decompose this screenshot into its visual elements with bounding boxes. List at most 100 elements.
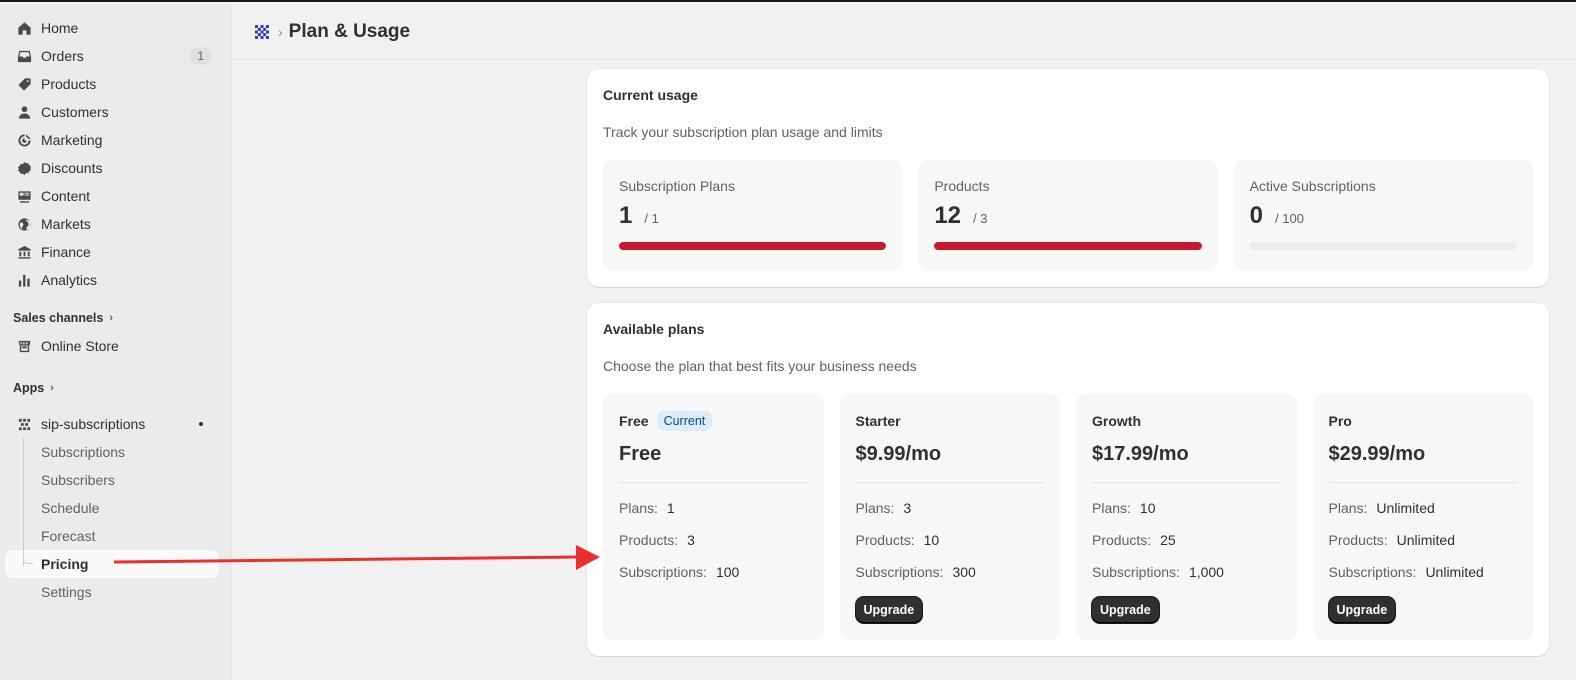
usage-count: 12 bbox=[934, 202, 962, 229]
usage-progress-bar bbox=[934, 242, 1202, 250]
usage-count: 1 bbox=[619, 202, 633, 229]
sidebar-item-label: Marketing bbox=[41, 132, 103, 148]
sidebar: Home Orders 1 Products Customers Marketing Dis… bbox=[0, 4, 232, 680]
usage-count: 0 bbox=[1249, 202, 1264, 229]
sales-channels-header[interactable]: Sales channels › bbox=[5, 304, 219, 332]
plan-limit-value: 3 bbox=[903, 500, 912, 516]
tag-icon bbox=[16, 76, 32, 92]
sidebar-item-analytics[interactable]: Analytics bbox=[5, 266, 219, 294]
plan-limit-value: 10 bbox=[1139, 500, 1156, 516]
sidebar-subitem-subscriptions[interactable]: Subscriptions bbox=[5, 438, 219, 466]
plan-limit-value: 300 bbox=[952, 564, 976, 580]
sidebar-item-finance[interactable]: Finance bbox=[5, 238, 219, 266]
plan-limit-value: 1,000 bbox=[1188, 564, 1224, 580]
plan-header: Free Current bbox=[619, 411, 808, 431]
sidebar-subitem-label: Schedule bbox=[41, 500, 100, 516]
sidebar-subitem-label: Subscriptions bbox=[41, 444, 126, 460]
sidebar-subitem-pricing[interactable]: Pricing bbox=[5, 550, 219, 578]
usage-progress-fill bbox=[934, 242, 1202, 250]
content-icon bbox=[16, 188, 32, 204]
sidebar-subitem-label: Settings bbox=[41, 584, 92, 600]
usage-progress-fill bbox=[619, 242, 887, 250]
upgrade-button[interactable]: Upgrade bbox=[1328, 597, 1396, 623]
usage-limit: / 3 bbox=[973, 211, 988, 226]
plan-limit-subscriptions: Subscriptions: 1,000 bbox=[1092, 564, 1281, 580]
sub-nav-line bbox=[23, 438, 24, 566]
plan-header: Starter bbox=[856, 411, 1045, 431]
sidebar-item-home[interactable]: Home bbox=[5, 14, 219, 42]
page-header: › Plan & Usage bbox=[232, 4, 1576, 60]
usage-card-subtitle: Track your subscription plan usage and l… bbox=[603, 124, 883, 140]
inbox-icon bbox=[16, 48, 32, 64]
sidebar-item-label: Customers bbox=[41, 104, 109, 120]
plan-limit-plans: Plans: 1 bbox=[619, 500, 808, 516]
plan-limit-label: Subscriptions: bbox=[1092, 564, 1180, 580]
app-sub-list: Subscriptions Subscribers Schedule Forecast… bbox=[5, 438, 219, 606]
sidebar-item-markets[interactable]: Markets bbox=[5, 210, 219, 238]
app-logo-icon[interactable] bbox=[254, 24, 270, 40]
plan-limit-products: Products: 10 bbox=[855, 532, 1045, 548]
plan-price: Free bbox=[619, 443, 662, 465]
sidebar-item-label: Home bbox=[41, 20, 79, 36]
sales-channels-label: Sales channels bbox=[13, 311, 104, 325]
plan-limit-plans: Plans: 3 bbox=[856, 500, 1045, 516]
plan-header: Pro bbox=[1329, 411, 1518, 431]
usage-label: Products bbox=[934, 178, 990, 194]
plan-name: Starter bbox=[855, 413, 901, 429]
sidebar-subitem-subscribers[interactable]: Subscribers bbox=[5, 466, 219, 494]
available-plans-card: Available plans Choose the plan that bes… bbox=[587, 303, 1549, 656]
plan-card-growth: Growth $17.99/mo Plans: 10 Products: 25 Subscr… bbox=[1076, 394, 1297, 640]
usage-grid: Subscription Plans 1 / 1 Products 12 / 3 Activ… bbox=[603, 160, 1533, 271]
plan-limit-value: 10 bbox=[923, 532, 940, 548]
plan-limit-products: Products: 25 bbox=[1092, 532, 1281, 548]
page-title: Plan & Usage bbox=[288, 20, 411, 42]
sidebar-item-discounts[interactable]: Discounts bbox=[5, 154, 219, 182]
plan-name: Free bbox=[619, 413, 649, 429]
plan-limit-value: 100 bbox=[715, 564, 740, 580]
sidebar-item-label: Analytics bbox=[41, 272, 98, 288]
plan-card-free: Free Current Free Plans: 1 Products: 3 Subscrip… bbox=[603, 394, 824, 640]
sidebar-item-content[interactable]: Content bbox=[5, 182, 219, 210]
sidebar-subitem-schedule[interactable]: Schedule bbox=[5, 494, 219, 522]
plan-divider bbox=[1328, 482, 1517, 483]
plan-limit-label: Products: bbox=[855, 532, 915, 548]
upgrade-button[interactable]: Upgrade bbox=[855, 597, 923, 623]
plan-limit-plans: Plans: 10 bbox=[1092, 500, 1281, 516]
sidebar-item-sip-subscriptions[interactable]: sip-subscriptions bbox=[5, 410, 219, 438]
sidebar-item-orders[interactable]: Orders 1 bbox=[5, 42, 219, 70]
usage-label: Active Subscriptions bbox=[1249, 178, 1376, 194]
apps-header[interactable]: Apps › bbox=[5, 374, 219, 402]
person-icon bbox=[16, 104, 32, 120]
chevron-right-icon: › bbox=[109, 312, 113, 324]
sidebar-item-label: Finance bbox=[41, 244, 91, 260]
sidebar-item-products[interactable]: Products bbox=[5, 70, 219, 98]
plan-limit-label: Products: bbox=[619, 532, 679, 548]
plan-card-starter: Starter $9.99/mo Plans: 3 Products: 10 Subscri… bbox=[839, 394, 1060, 640]
breadcrumb-chevron-icon: › bbox=[278, 23, 283, 40]
sidebar-subitem-forecast[interactable]: Forecast bbox=[5, 522, 219, 550]
plan-name: Pro bbox=[1328, 413, 1352, 429]
usage-limit: / 100 bbox=[1275, 211, 1304, 226]
apps-label: Apps bbox=[13, 381, 45, 395]
usage-stat: Active Subscriptions 0 / 100 bbox=[1233, 160, 1533, 271]
plan-limit-label: Products: bbox=[1328, 532, 1388, 548]
plan-limit-value: Unlimited bbox=[1425, 564, 1484, 580]
sidebar-item-marketing[interactable]: Marketing bbox=[5, 126, 219, 154]
target-icon bbox=[16, 132, 32, 148]
plan-name: Growth bbox=[1092, 413, 1141, 429]
home-icon bbox=[16, 20, 32, 36]
sidebar-item-online-store[interactable]: Online Store bbox=[5, 332, 219, 360]
plan-limit-label: Subscriptions: bbox=[1328, 564, 1417, 580]
plan-header: Growth bbox=[1092, 411, 1281, 431]
sidebar-item-customers[interactable]: Customers bbox=[5, 98, 219, 126]
sidebar-subitem-label: Pricing bbox=[41, 556, 89, 572]
upgrade-button[interactable]: Upgrade bbox=[1092, 597, 1159, 623]
sidebar-subitem-settings[interactable]: Settings bbox=[5, 578, 219, 606]
usage-stat: Products 12 / 3 bbox=[918, 160, 1218, 271]
plan-divider bbox=[619, 482, 808, 483]
plans-card-subtitle: Choose the plan that best fits your busi… bbox=[603, 358, 917, 374]
plan-price: $29.99/mo bbox=[1328, 443, 1426, 465]
plan-limit-value: Unlimited bbox=[1376, 500, 1435, 516]
sidebar-item-label: Markets bbox=[41, 216, 91, 232]
usage-value-row: 0 / 100 bbox=[1250, 202, 1517, 230]
